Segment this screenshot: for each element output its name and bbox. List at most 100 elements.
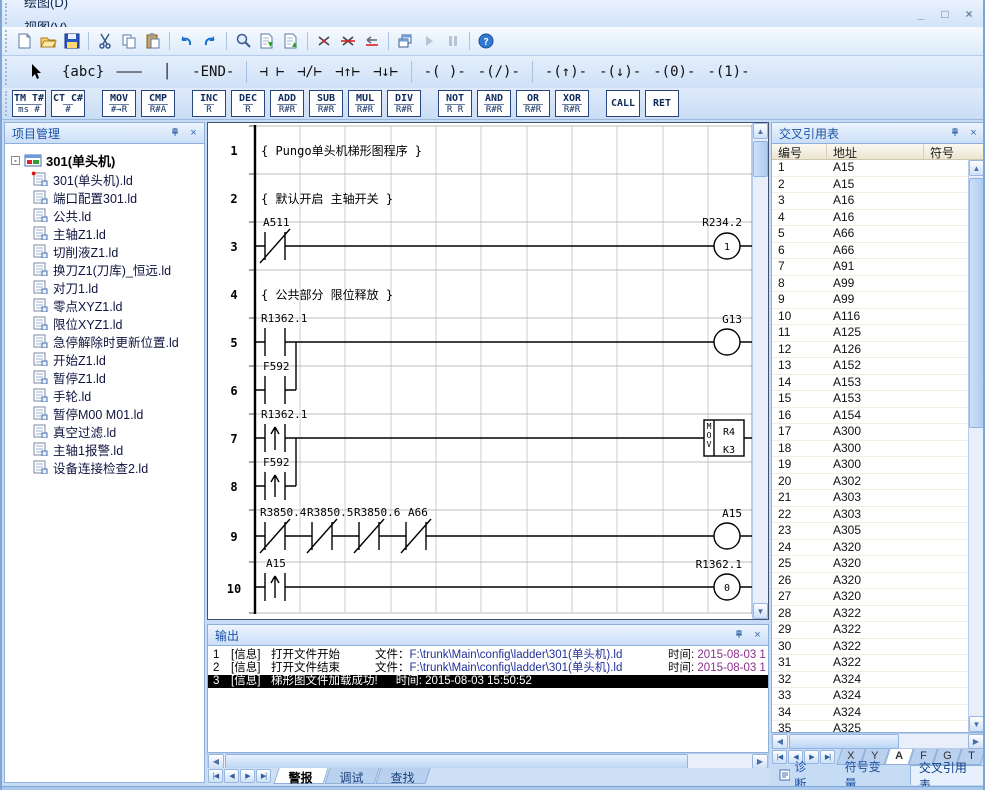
scroll-down-icon[interactable]: ▼ [753, 603, 768, 619]
table-row[interactable]: 19 A300 [772, 457, 968, 474]
close-button[interactable]: × [961, 7, 977, 21]
ladder-element-button[interactable]: ⊣ ⊢ [246, 61, 290, 83]
minimize-button[interactable]: _ [913, 7, 929, 21]
ladder-element-button[interactable]: ——— [110, 61, 148, 83]
redo-icon[interactable] [198, 30, 222, 52]
tab-alarm[interactable]: 警报 [273, 768, 328, 784]
table-row[interactable]: 9 A99 [772, 292, 968, 309]
pin-icon[interactable] [168, 127, 181, 140]
delete-branch-icon[interactable] [360, 30, 384, 52]
tree-item[interactable]: 限位XYZ1.ld [11, 314, 202, 332]
ladder-element-button[interactable]: ⊣/⊢ [291, 61, 329, 83]
next-tab-icon[interactable]: ▶ [240, 769, 255, 783]
table-row[interactable]: 35 A325 [772, 721, 968, 732]
scroll-up-icon[interactable]: ▲ [753, 123, 768, 139]
save-icon[interactable] [60, 30, 84, 52]
table-row[interactable]: 6 A66 [772, 243, 968, 260]
cut-icon[interactable] [93, 30, 117, 52]
tree-item[interactable]: 开始Z1.ld [11, 350, 202, 368]
close-icon[interactable]: × [187, 127, 200, 140]
scroll-down-icon[interactable]: ▼ [969, 716, 984, 732]
instruction-button[interactable]: XOR R#R [555, 90, 589, 117]
scroll-thumb[interactable] [969, 178, 984, 428]
log-row[interactable]: 2 [信息] 打开文件结束 文件： F:\trunk\Main\config\l… [208, 662, 768, 675]
log-row[interactable]: 1 [信息] 打开文件开始 文件： F:\trunk\Main\config\l… [208, 649, 768, 662]
table-row[interactable]: 26 A320 [772, 573, 968, 590]
table-row[interactable]: 30 A322 [772, 639, 968, 656]
table-row[interactable]: 8 A99 [772, 276, 968, 293]
table-row[interactable]: 16 A154 [772, 408, 968, 425]
instruction-button[interactable]: ADD R#R [270, 90, 304, 117]
ladder-element-button[interactable]: {abc} [56, 61, 110, 83]
scroll-thumb[interactable] [225, 754, 688, 769]
open-file-icon[interactable] [36, 30, 60, 52]
tab-debug[interactable]: 调试 [324, 768, 379, 784]
instruction-button[interactable]: CALL [606, 90, 640, 117]
table-row[interactable]: 25 A320 [772, 556, 968, 573]
tree-item[interactable]: ● 301(单头机).ld [11, 170, 202, 188]
tree-item[interactable]: 暂停Z1.ld [11, 368, 202, 386]
tree-item[interactable]: 零点XYZ1.ld [11, 296, 202, 314]
tree-item[interactable]: 急停解除时更新位置.ld [11, 332, 202, 350]
tab-find[interactable]: 查找 [375, 768, 430, 784]
save-doc-icon[interactable] [279, 30, 303, 52]
ladder-element-button[interactable]: │ [148, 61, 186, 83]
table-row[interactable]: 3 A16 [772, 193, 968, 210]
help-icon[interactable]: ? [474, 30, 498, 52]
table-row[interactable]: 32 A324 [772, 672, 968, 689]
table-row[interactable]: 12 A126 [772, 342, 968, 359]
cascade-windows-icon[interactable] [393, 30, 417, 52]
table-row[interactable]: 13 A152 [772, 358, 968, 375]
pin-icon[interactable] [948, 127, 961, 140]
ladder-element-button[interactable]: -(↑)- [532, 61, 593, 83]
scroll-left-icon[interactable]: ◀ [772, 734, 788, 749]
restore-button[interactable]: □ [937, 7, 953, 21]
table-row[interactable]: 17 A300 [772, 424, 968, 441]
table-row[interactable]: 2 A15 [772, 177, 968, 194]
instruction-button[interactable]: DEC R [231, 90, 265, 117]
table-row[interactable]: 28 A322 [772, 606, 968, 623]
tree-item[interactable]: 真空过滤.ld [11, 422, 202, 440]
ladder-element-button[interactable]: -END- [186, 61, 240, 83]
ladder-element-button[interactable]: -(0)- [647, 61, 701, 83]
first-tab-icon[interactable]: |◀ [208, 769, 223, 783]
undo-icon[interactable] [174, 30, 198, 52]
table-row[interactable]: 18 A300 [772, 441, 968, 458]
toolbar-gripper[interactable] [5, 91, 10, 116]
select-cursor-icon[interactable] [24, 61, 48, 83]
instruction-button[interactable]: DIV R#R [387, 90, 421, 117]
paste-icon[interactable] [141, 30, 165, 52]
tab-symbol-variables[interactable]: 符号变量... [837, 765, 908, 785]
toolbar-gripper[interactable] [5, 30, 10, 52]
scroll-thumb[interactable] [789, 734, 899, 749]
instruction-button[interactable]: SUB R#R [309, 90, 343, 117]
tree-item[interactable]: 换刀Z1(刀库)_恒远.ld [11, 260, 202, 278]
instruction-button[interactable]: TM T# ms # [12, 90, 46, 117]
instruction-button[interactable]: CT C# # [51, 90, 85, 117]
ladder-element-button[interactable]: -(/)- [472, 61, 526, 83]
table-row[interactable]: 34 A324 [772, 705, 968, 722]
new-file-icon[interactable] [12, 30, 36, 52]
table-row[interactable]: 33 A324 [772, 688, 968, 705]
scroll-thumb[interactable] [753, 141, 768, 177]
copy-icon[interactable] [117, 30, 141, 52]
last-tab-icon[interactable]: ▶| [256, 769, 271, 783]
scroll-up-icon[interactable]: ▲ [969, 160, 984, 176]
instruction-button[interactable]: MUL R#R [348, 90, 382, 117]
table-row[interactable]: 23 A305 [772, 523, 968, 540]
toolbar-gripper[interactable] [5, 3, 10, 24]
tree-item[interactable]: 手轮.ld [11, 386, 202, 404]
instruction-button[interactable]: NOT R R [438, 90, 472, 117]
table-row[interactable]: 7 A91 [772, 259, 968, 276]
tree-item[interactable]: 主轴Z1.ld [11, 224, 202, 242]
scroll-left-icon[interactable]: ◀ [208, 754, 224, 769]
instruction-button[interactable]: INC R [192, 90, 226, 117]
ladder-element-button[interactable]: ⊣↑⊢ [329, 61, 367, 83]
load-doc-icon[interactable] [255, 30, 279, 52]
delete-line-icon[interactable] [336, 30, 360, 52]
table-row[interactable]: 15 A153 [772, 391, 968, 408]
instruction-button[interactable]: AND R#R [477, 90, 511, 117]
instruction-button[interactable]: MOV #→R [102, 90, 136, 117]
log-row-selected[interactable]: 3 [信息] 梯形图文件加载成功! 时间: 2015-08-03 15:50:5… [208, 675, 768, 688]
column-header-symbol[interactable]: 符号 [924, 144, 984, 159]
